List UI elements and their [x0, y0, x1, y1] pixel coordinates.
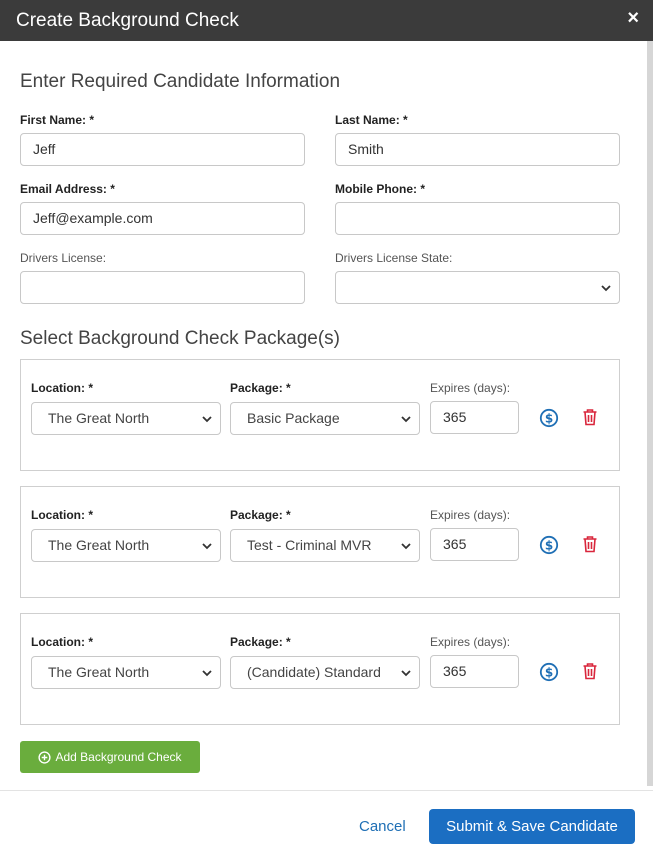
- location-select[interactable]: The Great North: [31, 402, 221, 435]
- svg-text:$: $: [545, 539, 553, 553]
- package-label: Package: *: [230, 635, 291, 649]
- chevron-down-icon: [202, 670, 212, 677]
- location-label: Location: *: [31, 635, 93, 649]
- modal-header: Create Background Check ×: [0, 0, 653, 41]
- package-select[interactable]: Basic Package: [230, 402, 420, 435]
- package-value: Test - Criminal MVR: [247, 537, 372, 553]
- dollar-circle-icon[interactable]: $: [539, 535, 559, 555]
- modal-title: Create Background Check: [16, 10, 239, 31]
- plus-circle-icon: [38, 750, 52, 764]
- chevron-down-icon: [401, 670, 411, 677]
- expires-label: Expires (days):: [430, 635, 511, 649]
- chevron-down-icon: [202, 416, 212, 423]
- package-row: Location: * The Great North Package: * (…: [20, 613, 620, 725]
- last-name-input[interactable]: Smith: [335, 133, 620, 166]
- package-value: (Candidate) Standard: [247, 664, 381, 680]
- chevron-down-icon: [202, 543, 212, 550]
- package-row: Location: * The Great North Package: * B…: [20, 359, 620, 471]
- submit-save-candidate-button[interactable]: Submit & Save Candidate: [429, 809, 635, 844]
- trash-icon[interactable]: [580, 534, 600, 554]
- dollar-circle-icon[interactable]: $: [539, 662, 559, 682]
- location-select[interactable]: The Great North: [31, 656, 221, 689]
- expires-label: Expires (days):: [430, 381, 511, 395]
- drivers-license-input[interactable]: [20, 271, 305, 304]
- location-value: The Great North: [48, 410, 150, 426]
- packages-section-title: Select Background Check Package(s): [20, 328, 340, 349]
- svg-text:$: $: [545, 666, 553, 680]
- mobile-phone-input[interactable]: [335, 202, 620, 235]
- expires-input[interactable]: 365: [430, 655, 519, 688]
- cancel-button[interactable]: Cancel: [359, 818, 406, 835]
- footer-divider: [0, 790, 653, 791]
- drivers-license-label: Drivers License:: [20, 251, 107, 265]
- first-name-label: First Name: *: [20, 113, 95, 127]
- add-background-check-button[interactable]: Add Background Check: [20, 741, 200, 773]
- trash-icon[interactable]: [580, 407, 600, 427]
- dollar-circle-icon[interactable]: $: [539, 408, 559, 428]
- first-name-input[interactable]: Jeff: [20, 133, 305, 166]
- location-value: The Great North: [48, 664, 150, 680]
- drivers-license-state-label: Drivers License State:: [335, 251, 453, 265]
- location-label: Location: *: [31, 381, 93, 395]
- candidate-section-title: Enter Required Candidate Information: [20, 71, 341, 92]
- package-value: Basic Package: [247, 410, 340, 426]
- expires-label: Expires (days):: [430, 508, 511, 522]
- location-label: Location: *: [31, 508, 93, 522]
- chevron-down-icon: [601, 285, 611, 292]
- package-label: Package: *: [230, 381, 291, 395]
- package-row: Location: * The Great North Package: * T…: [20, 486, 620, 598]
- location-value: The Great North: [48, 537, 150, 553]
- expires-input[interactable]: 365: [430, 528, 519, 561]
- chevron-down-icon: [401, 543, 411, 550]
- last-name-label: Last Name: *: [335, 113, 408, 127]
- package-label: Package: *: [230, 508, 291, 522]
- chevron-down-icon: [401, 416, 411, 423]
- email-label: Email Address: *: [20, 182, 115, 196]
- close-icon[interactable]: ×: [627, 8, 639, 28]
- location-select[interactable]: The Great North: [31, 529, 221, 562]
- mobile-phone-label: Mobile Phone: *: [335, 182, 425, 196]
- expires-input[interactable]: 365: [430, 401, 519, 434]
- svg-text:$: $: [545, 412, 553, 426]
- add-background-check-label: Add Background Check: [55, 750, 182, 764]
- trash-icon[interactable]: [580, 661, 600, 681]
- package-select[interactable]: Test - Criminal MVR: [230, 529, 420, 562]
- email-input[interactable]: Jeff@example.com: [20, 202, 305, 235]
- scrollbar[interactable]: [647, 41, 653, 786]
- drivers-license-state-select[interactable]: [335, 271, 620, 304]
- package-select[interactable]: (Candidate) Standard: [230, 656, 420, 689]
